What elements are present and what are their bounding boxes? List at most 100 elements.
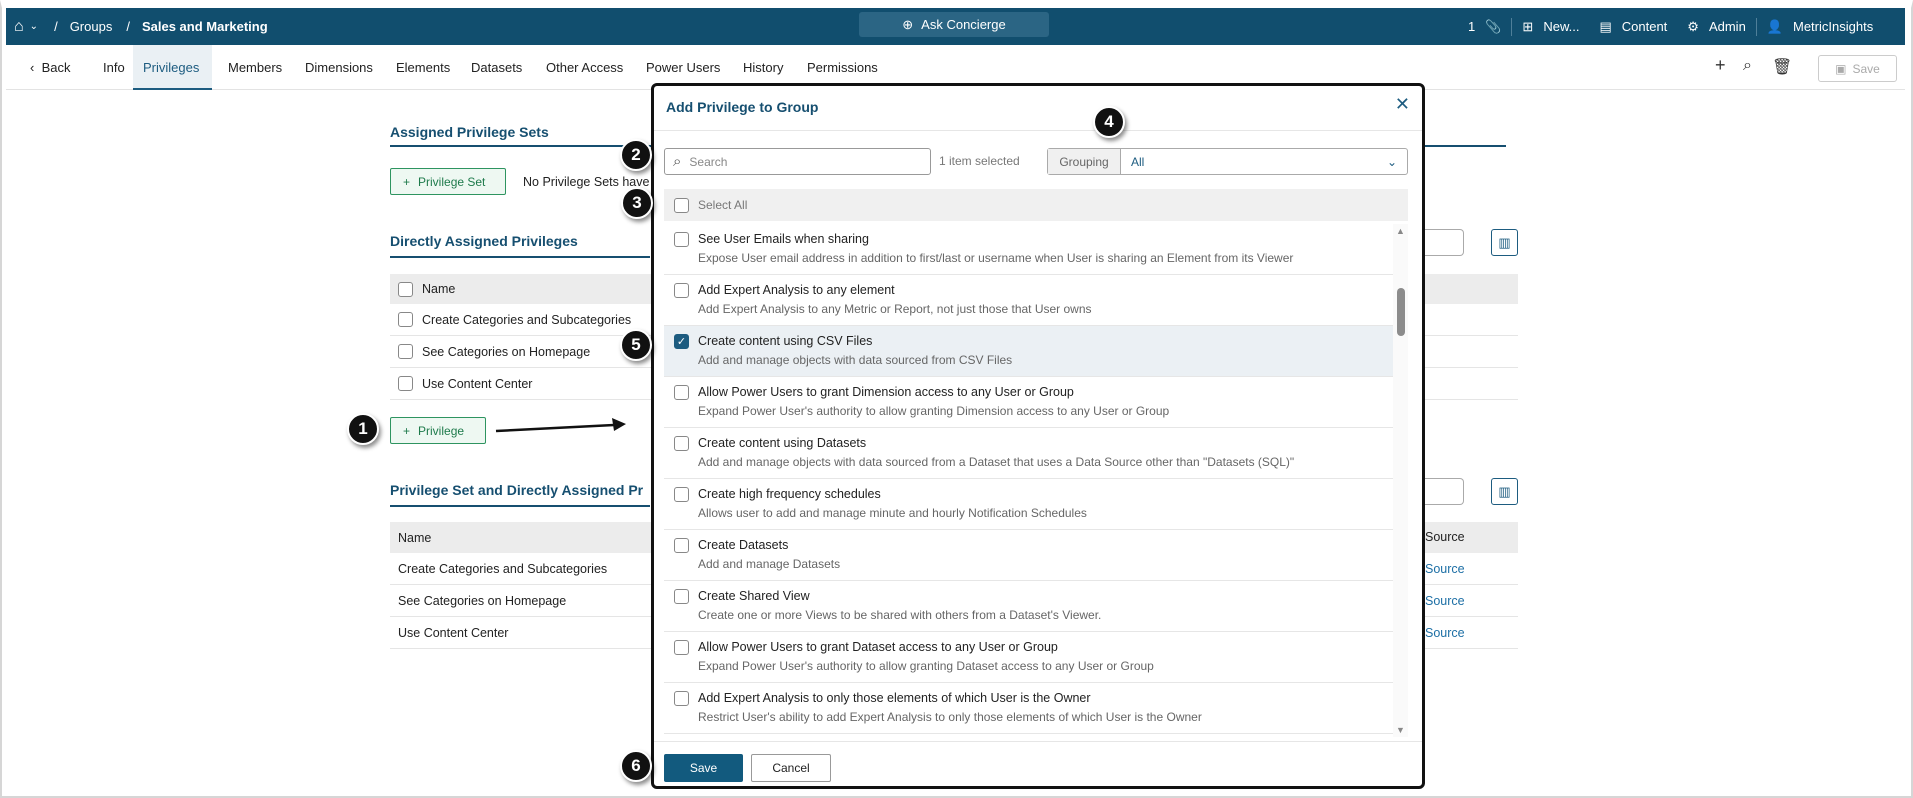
row-checkbox[interactable]: [398, 344, 413, 359]
plus-icon: +: [403, 423, 411, 438]
privilege-checkbox[interactable]: ✓: [674, 334, 689, 349]
privilege-list-item[interactable]: ✓ Create content using CSV Files Add and m…: [664, 326, 1393, 377]
privilege-list-item[interactable]: Add Expert Analysis to only those elemen…: [664, 683, 1393, 734]
columns-button[interactable]: ▥: [1491, 229, 1518, 256]
scroll-up-icon[interactable]: ▲: [1396, 226, 1405, 236]
privilege-checkbox[interactable]: [674, 691, 689, 706]
arrow-annotation: [495, 418, 626, 433]
back-label: Back: [41, 60, 71, 75]
table-layout-icon: ▥: [1498, 234, 1511, 250]
content-button[interactable]: Content: [1622, 19, 1668, 34]
tab-members[interactable]: Members: [218, 45, 292, 90]
tab-info[interactable]: Info: [93, 45, 135, 90]
privilege-title: Create Shared View: [698, 589, 810, 603]
source-link[interactable]: Source: [1425, 562, 1465, 576]
privilege-checkbox[interactable]: [674, 487, 689, 502]
save-button[interactable]: ▣ Save: [1818, 55, 1897, 82]
chevron-down-icon: ⌄: [1386, 154, 1397, 169]
callout-badge: 6: [620, 750, 652, 782]
callout-badge: 1: [347, 413, 379, 445]
dialog-title: Add Privilege to Group: [666, 99, 819, 115]
privilege-checkbox[interactable]: [674, 385, 689, 400]
scroll-down-icon[interactable]: ▼: [1396, 725, 1405, 735]
close-icon[interactable]: ✕: [1395, 94, 1410, 115]
new-button[interactable]: New...: [1543, 19, 1579, 34]
privilege-list-item[interactable]: See User Emails when sharing Expose User …: [664, 224, 1393, 275]
select-all-checkbox[interactable]: [398, 281, 413, 297]
directly-assigned-title: Directly Assigned Privileges: [390, 233, 578, 249]
row-name: See Categories on Homepage: [422, 344, 591, 359]
privilege-title: Add Expert Analysis to only those elemen…: [698, 691, 1091, 705]
paperclip-icon[interactable]: 📎: [1485, 19, 1501, 35]
tab-other-access[interactable]: Other Access: [536, 45, 633, 90]
select-all-checkbox[interactable]: [674, 197, 689, 213]
privilege-list-item[interactable]: Allow Power Users to grant Dimension acc…: [664, 377, 1393, 428]
privilege-title: See User Emails when sharing: [698, 232, 869, 246]
privilege-list-item[interactable]: Create Shared View Create one or more Vie…: [664, 581, 1393, 632]
breadcrumb-groups[interactable]: Groups: [70, 19, 113, 34]
privilege-description: Expand Power User's authority to allow g…: [698, 659, 1154, 673]
user-icon[interactable]: 👤: [1767, 19, 1783, 35]
trash-icon[interactable]: 🗑: [1772, 57, 1792, 77]
chevron-left-icon: ‹: [30, 60, 35, 75]
search-placeholder: Search: [689, 154, 728, 169]
user-menu-button[interactable]: MetricInsights: [1793, 19, 1873, 34]
source-link[interactable]: Source: [1425, 594, 1465, 608]
privilege-description: Add and manage objects with data sourced…: [698, 353, 1013, 367]
add-privilege-set-label: Privilege Set: [418, 174, 486, 189]
tab-datasets[interactable]: Datasets: [461, 45, 532, 90]
privilege-checkbox[interactable]: [674, 640, 689, 655]
columns-button[interactable]: ▥: [1491, 478, 1518, 505]
attachments-count[interactable]: 1: [1468, 19, 1475, 34]
row-checkbox[interactable]: [398, 376, 413, 391]
row-checkbox[interactable]: [398, 312, 413, 327]
plus-square-icon[interactable]: ⊞: [1522, 19, 1533, 35]
scrollbar-thumb[interactable]: [1397, 288, 1405, 336]
privilege-checkbox[interactable]: [674, 589, 689, 604]
add-privilege-dialog: Add Privilege to Group ✕ ⌕ Search 1 item …: [651, 83, 1425, 789]
row-name: Use Content Center: [398, 625, 509, 640]
privilege-checkbox[interactable]: [674, 283, 689, 298]
search-input[interactable]: ⌕ Search: [664, 148, 931, 175]
concierge-icon: ⊕: [902, 16, 914, 32]
add-privilege-button[interactable]: + Privilege: [390, 417, 486, 444]
privilege-list-item[interactable]: Add Expert Analysis to any element Add Ex…: [664, 275, 1393, 326]
row-name: Use Content Center: [422, 376, 533, 391]
add-privilege-set-button[interactable]: + Privilege Set: [390, 168, 506, 195]
dialog-cancel-button[interactable]: Cancel: [751, 754, 831, 782]
tab-privileges[interactable]: Privileges: [133, 45, 212, 90]
tab-dimensions[interactable]: Dimensions: [295, 45, 383, 90]
privilege-list-item[interactable]: Allow Power Users to grant Dataset acces…: [664, 632, 1393, 683]
privilege-list-item[interactable]: Create content using Datasets Add and man…: [664, 428, 1393, 479]
privilege-list-item[interactable]: Create high frequency schedules Allows us…: [664, 479, 1393, 530]
privilege-title: Allow Power Users to grant Dataset acces…: [698, 640, 1058, 654]
floppy-icon: ▣: [1835, 61, 1847, 76]
divider: [1755, 17, 1757, 36]
privilege-checkbox[interactable]: [674, 436, 689, 451]
privilege-title: Add Expert Analysis to any element: [698, 283, 895, 297]
privilege-checkbox[interactable]: [674, 538, 689, 553]
divider: [1511, 17, 1513, 36]
back-button[interactable]: ‹ Back: [20, 45, 80, 90]
dialog-save-button[interactable]: Save: [664, 754, 743, 782]
row-name: See Categories on Homepage: [398, 593, 567, 608]
home-icon[interactable]: ⌂: [14, 18, 24, 36]
admin-button[interactable]: Admin: [1709, 19, 1746, 34]
select-all-row[interactable]: Select All: [664, 189, 1408, 221]
ask-concierge-button[interactable]: ⊕ Ask Concierge: [859, 12, 1049, 37]
privilege-list-item[interactable]: Create Datasets Add and manage Datasets: [664, 530, 1393, 581]
tab-elements[interactable]: Elements: [386, 45, 460, 90]
callout-badge: 3: [621, 187, 653, 219]
privilege-description: Add Expert Analysis to any Metric or Rep…: [698, 302, 1092, 316]
search-icon[interactable]: ⌕: [1743, 57, 1752, 75]
privilege-checkbox[interactable]: [674, 232, 689, 247]
privilege-description: Add and manage Datasets: [698, 557, 841, 571]
grouping-select[interactable]: Grouping All ⌄: [1047, 148, 1408, 175]
gear-icon[interactable]: ⚙: [1687, 19, 1699, 35]
source-link[interactable]: Source: [1425, 626, 1465, 640]
content-icon[interactable]: ▤: [1599, 19, 1611, 35]
plus-icon[interactable]: +: [1715, 55, 1726, 76]
breadcrumb-separator: /: [54, 19, 58, 34]
scrollbar[interactable]: ▲ ▼: [1393, 224, 1408, 737]
chevron-down-icon[interactable]: ⌄: [30, 21, 38, 32]
